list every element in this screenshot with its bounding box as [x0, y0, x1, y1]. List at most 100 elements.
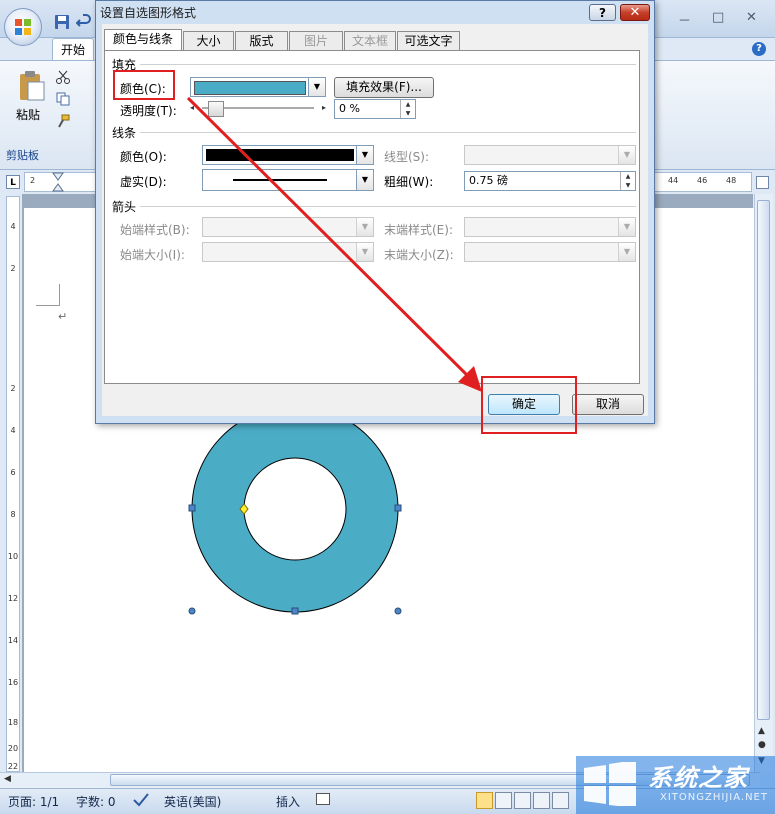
end-size-label: 末端大小(Z): — [384, 248, 454, 262]
tab-colors-and-lines[interactable]: 颜色与线条 — [104, 29, 182, 51]
ruler-tick: 18 — [7, 718, 19, 727]
tab-picture: 图片 — [289, 31, 343, 50]
end-style-dropdown: ▼ — [464, 217, 636, 237]
save-icon[interactable] — [54, 14, 70, 30]
ruler-tick: 46 — [697, 176, 708, 185]
corner-handle-icon[interactable] — [188, 607, 196, 615]
slider-left-icon[interactable]: ◂ — [190, 103, 194, 112]
resize-handle-icon[interactable] — [394, 504, 402, 512]
ruler-tick: 14 — [7, 636, 19, 645]
print-layout-view-icon[interactable] — [476, 792, 493, 809]
dialog-help-button[interactable]: ? — [589, 4, 616, 21]
cut-icon[interactable] — [56, 70, 70, 84]
tab-alt-text[interactable]: 可选文字 — [397, 31, 460, 50]
restore-icon[interactable]: □ — [712, 10, 724, 25]
proofing-icon[interactable] — [132, 792, 150, 808]
ruler-tick: 20 — [7, 744, 19, 753]
window-close-icon[interactable]: ✕ — [746, 10, 757, 25]
tab-home[interactable]: 开始 — [52, 38, 94, 60]
slider-right-icon[interactable]: ▸ — [322, 103, 326, 112]
ruler-tick: 48 — [726, 176, 737, 185]
watermark-url: XITONGZHIJIA.NET — [660, 792, 768, 803]
paragraph-mark: ↵ — [58, 310, 68, 323]
resize-handle-icon[interactable] — [291, 607, 299, 615]
vertical-scroll-thumb[interactable] — [757, 200, 770, 720]
chevron-down-icon: ▼ — [618, 243, 635, 261]
tab-layout[interactable]: 版式 — [235, 31, 288, 50]
ruler-tick: 2 — [10, 384, 16, 393]
ruler-tick: 6 — [10, 468, 16, 477]
cancel-button[interactable]: 取消 — [572, 394, 644, 415]
full-screen-reading-view-icon[interactable] — [495, 792, 512, 809]
status-language[interactable]: 英语(美国) — [164, 793, 221, 810]
line-style-label: 线型(S): — [384, 150, 430, 164]
weight-spinner[interactable]: 0.75 磅 ▲ ▼ — [464, 171, 636, 191]
highlight-box-ok-button — [481, 376, 577, 434]
office-logo-icon — [15, 19, 31, 35]
ruler-tick: 12 — [7, 594, 19, 603]
chevron-down-icon: ▼ — [356, 218, 373, 236]
chevron-down-icon: ▼ — [618, 146, 635, 164]
format-painter-icon[interactable] — [56, 114, 70, 128]
paste-icon[interactable] — [18, 70, 46, 102]
line-section-title: 线条 — [112, 126, 137, 140]
tab-selector-icon[interactable]: L — [6, 175, 20, 189]
windows-logo-icon — [584, 762, 636, 806]
macro-record-icon[interactable] — [316, 793, 330, 805]
section-divider — [140, 64, 636, 65]
dialog-title: 设置自选图形格式 — [100, 6, 197, 20]
dialog-close-button[interactable]: ✕ — [620, 4, 650, 21]
dash-dropdown[interactable]: ▼ — [202, 169, 374, 191]
copy-icon[interactable] — [56, 92, 70, 106]
ruler-tick: 22 — [7, 762, 19, 771]
transparency-label: 透明度(T): — [120, 104, 177, 118]
begin-size-dropdown: ▼ — [202, 242, 374, 262]
slider-thumb[interactable] — [208, 101, 224, 117]
status-insert-mode[interactable]: 插入 — [276, 793, 300, 810]
donut-shape[interactable] — [180, 412, 416, 622]
scroll-left-icon[interactable]: ◀ — [4, 774, 11, 784]
undo-icon[interactable] — [76, 14, 92, 30]
scroll-up-icon[interactable]: ▲ — [758, 726, 765, 736]
ruler-tick: 4 — [10, 222, 16, 231]
help-icon[interactable]: ? — [752, 42, 766, 56]
dash-label: 虚实(D): — [120, 175, 167, 189]
line-color-label: 颜色(O): — [120, 150, 167, 164]
dash-preview — [233, 179, 327, 181]
transparency-spinner[interactable]: 0 % ▲ ▼ — [334, 99, 416, 119]
line-style-dropdown: ▼ — [464, 145, 636, 165]
browse-object-icon[interactable]: ● — [758, 740, 766, 750]
chevron-down-icon: ▼ — [356, 243, 373, 261]
fill-effects-button[interactable]: 填充效果(F)... — [334, 77, 434, 98]
draft-view-icon[interactable] — [552, 792, 569, 809]
ruler-tick: 2 — [30, 176, 36, 185]
line-color-swatch — [206, 149, 354, 161]
arrows-section-title: 箭头 — [112, 200, 137, 214]
corner-handle-icon[interactable] — [394, 607, 402, 615]
highlight-box-color-label — [113, 70, 175, 100]
chevron-down-icon: ▼ — [356, 146, 373, 164]
watermark-brand: 系统之家 — [648, 764, 748, 792]
end-size-dropdown: ▼ — [464, 242, 636, 262]
chevron-down-icon: ▼ — [308, 78, 325, 96]
line-color-dropdown[interactable]: ▼ — [202, 145, 374, 165]
minimize-icon[interactable]: － — [678, 10, 691, 29]
tab-size[interactable]: 大小 — [183, 31, 234, 50]
section-divider — [140, 132, 636, 133]
ruler-tick: 4 — [10, 426, 16, 435]
status-word-count[interactable]: 字数: 0 — [76, 793, 116, 810]
status-page[interactable]: 页面: 1/1 — [8, 793, 59, 810]
view-ruler-icon[interactable] — [756, 176, 769, 189]
resize-handle-icon[interactable] — [188, 504, 196, 512]
indent-marker-icon[interactable] — [52, 172, 64, 192]
spinner-arrows-icon[interactable]: ▲ ▼ — [400, 100, 415, 118]
section-divider — [140, 206, 636, 207]
clipboard-group-label: 剪贴板 — [6, 149, 39, 162]
spinner-arrows-icon[interactable]: ▲ ▼ — [620, 172, 635, 190]
web-layout-view-icon[interactable] — [514, 792, 531, 809]
begin-style-label: 始端样式(B): — [120, 223, 190, 237]
paste-button[interactable]: 粘贴 — [16, 106, 40, 123]
transparency-slider[interactable]: ◂ ▸ — [190, 100, 326, 117]
fill-color-dropdown[interactable]: ▼ — [190, 77, 326, 97]
outline-view-icon[interactable] — [533, 792, 550, 809]
